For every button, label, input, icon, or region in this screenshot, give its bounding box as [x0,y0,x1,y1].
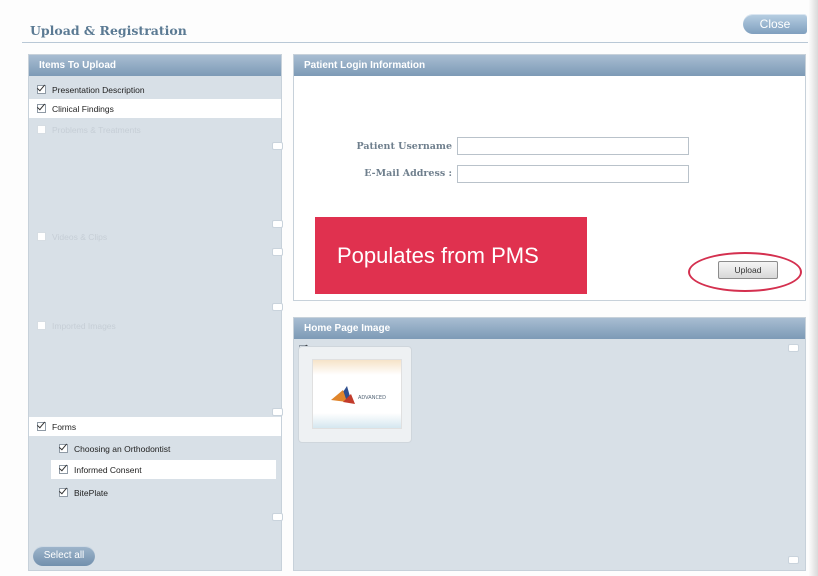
username-label: Patient Username [356,141,452,152]
items-to-upload-panel: Items To Upload Presentation Description… [28,54,283,571]
email-label: E-Mail Address : [364,168,452,179]
item-label: Choosing an Orthodontist [74,443,171,454]
resize-handle-icon[interactable] [272,142,283,150]
form-item-biteplate[interactable]: BitePlate [29,483,281,502]
item-label: Problems & Treatments [52,124,141,135]
home-page-image-panel: Home Page Image ADVANCED [293,317,806,571]
upload-highlight-circle [688,252,802,292]
item-label: Imported Images [52,320,116,331]
form-item-choosing-orthodontist[interactable]: Choosing an Orthodontist [29,439,281,458]
item-label: Forms [52,421,77,432]
patient-login-panel: Patient Login Information Patient Userna… [293,54,806,301]
item-forms[interactable]: Forms [29,417,281,436]
resize-handle-icon[interactable] [272,303,283,311]
title-divider [22,42,808,43]
item-problems-treatments: Problems & Treatments [29,120,281,139]
item-label: Clinical Findings [52,103,114,114]
item-clinical-findings[interactable]: Clinical Findings [29,99,281,118]
item-presentation-description[interactable]: Presentation Description [29,80,281,99]
checkbox[interactable] [37,85,46,94]
checkbox[interactable] [59,444,68,453]
item-label: BitePlate [74,487,109,498]
item-label: Videos & Clips [52,231,108,242]
login-panel-header: Patient Login Information [294,55,805,76]
item-label: Presentation Description [52,84,145,95]
svg-text:ADVANCED: ADVANCED [358,395,386,401]
checkbox[interactable] [37,422,46,431]
logo-icon: ADVANCED [331,386,386,404]
item-label: Informed Consent [74,464,142,475]
checkbox[interactable] [59,465,68,474]
resize-handle-icon[interactable] [272,248,283,256]
checkbox[interactable] [59,488,68,497]
email-address-input[interactable] [457,165,689,183]
window-shadow [808,0,818,576]
resize-handle-icon[interactable] [272,513,283,521]
upload-registration-window: Upload & Registration Close Items To Upl… [0,0,818,576]
checkbox [37,232,46,241]
pms-callout: Populates from PMS [315,217,587,294]
home-image-panel-header: Home Page Image [294,318,805,339]
patient-username-input[interactable] [457,137,689,155]
resize-handle-icon[interactable] [788,344,799,352]
resize-handle-icon[interactable] [272,408,283,416]
window-title: Upload & Registration [30,23,187,38]
items-panel-header: Items To Upload [29,55,281,76]
resize-handle-icon[interactable] [788,556,799,564]
checkbox [37,125,46,134]
home-image-thumbnail-card[interactable]: ADVANCED [298,346,412,443]
item-videos-clips: Videos & Clips [29,227,281,246]
form-item-informed-consent[interactable]: Informed Consent [51,460,276,479]
checkbox [37,321,46,330]
select-all-button[interactable]: Select all [33,546,95,566]
item-imported-images: Imported Images [29,316,281,335]
close-button[interactable]: Close [743,14,807,34]
home-image-thumbnail: ADVANCED [312,359,402,429]
checkbox[interactable] [37,104,46,113]
